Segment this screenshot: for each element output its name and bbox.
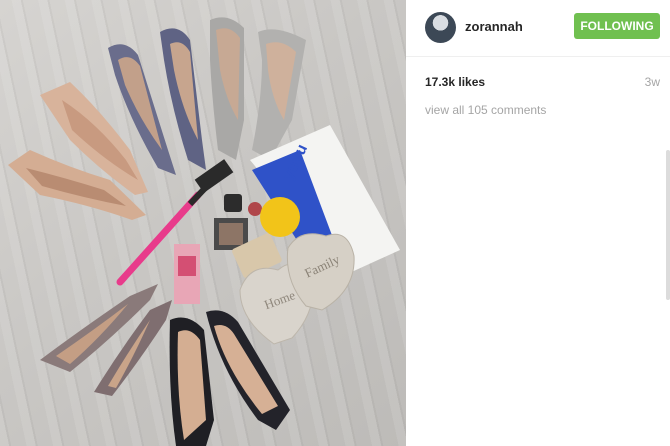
grey-pumps	[210, 17, 306, 161]
photo-illustration: yuyu Home Family	[8, 17, 400, 446]
glitter-heels-bottom	[40, 284, 172, 396]
post-time-ago: 3w	[644, 75, 660, 89]
post-details-panel: zorannah FOLLOWING 17.3k likes 3w view a…	[406, 0, 670, 446]
view-all-comments-link[interactable]: view all 105 comments	[425, 103, 546, 117]
post-photo[interactable]: yuyu Home Family	[0, 0, 406, 446]
likes-count[interactable]: 17.3k likes	[425, 75, 485, 89]
scrollbar[interactable]	[666, 150, 670, 300]
username-link[interactable]: zorannah	[465, 19, 523, 34]
following-button[interactable]: FOLLOWING	[574, 13, 660, 39]
avatar[interactable]	[425, 12, 456, 43]
post-header: zorannah FOLLOWING	[406, 0, 670, 57]
